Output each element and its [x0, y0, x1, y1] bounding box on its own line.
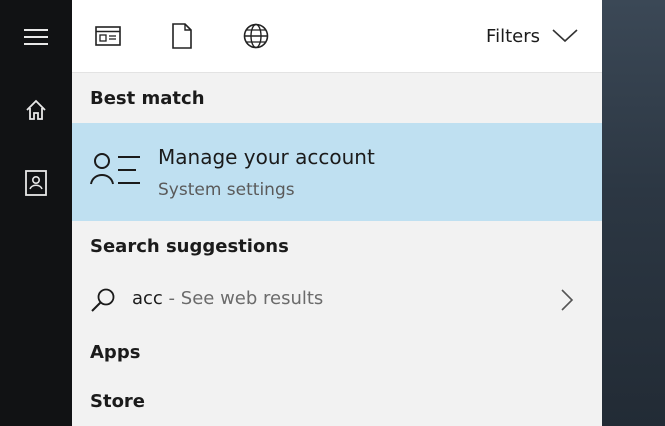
- web-search-suggestion[interactable]: acc - See web results: [72, 276, 602, 324]
- best-match-heading: Best match: [90, 88, 205, 109]
- notebook-icon: [25, 170, 47, 196]
- documents-filter-button[interactable]: [164, 18, 200, 54]
- best-match-title: Manage your account: [158, 145, 375, 169]
- web-filter-button[interactable]: [238, 18, 274, 54]
- home-button[interactable]: [0, 85, 72, 135]
- apps-icon: [95, 26, 121, 46]
- chevron-right-icon: [561, 289, 574, 311]
- apps-filter-button[interactable]: [90, 18, 126, 54]
- start-rail: [0, 0, 72, 426]
- filters-dropdown[interactable]: Filters: [486, 22, 578, 50]
- notebook-button[interactable]: [0, 158, 72, 208]
- search-toolbar: Filters: [72, 0, 602, 73]
- filters-label: Filters: [486, 25, 540, 47]
- documents-icon: [172, 23, 192, 49]
- suggestion-query: acc: [132, 288, 163, 309]
- menu-button[interactable]: [0, 12, 72, 62]
- web-icon: [243, 23, 269, 49]
- suggestion-text: acc - See web results: [132, 288, 323, 309]
- apps-heading: Apps: [90, 342, 141, 363]
- account-settings-icon: [90, 153, 140, 185]
- search-suggestions-heading: Search suggestions: [90, 236, 289, 257]
- chevron-down-icon: [552, 29, 578, 43]
- best-match-result[interactable]: Manage your account System settings: [72, 123, 602, 221]
- best-match-subtitle: System settings: [158, 180, 295, 200]
- search-icon: [91, 288, 115, 312]
- suggestion-suffix: - See web results: [162, 288, 324, 309]
- home-icon: [26, 99, 46, 120]
- store-heading: Store: [90, 391, 146, 412]
- search-results-panel: Filters Best match Manage your account S…: [72, 0, 602, 426]
- menu-icon: [24, 29, 48, 45]
- desktop-background: [602, 0, 665, 426]
